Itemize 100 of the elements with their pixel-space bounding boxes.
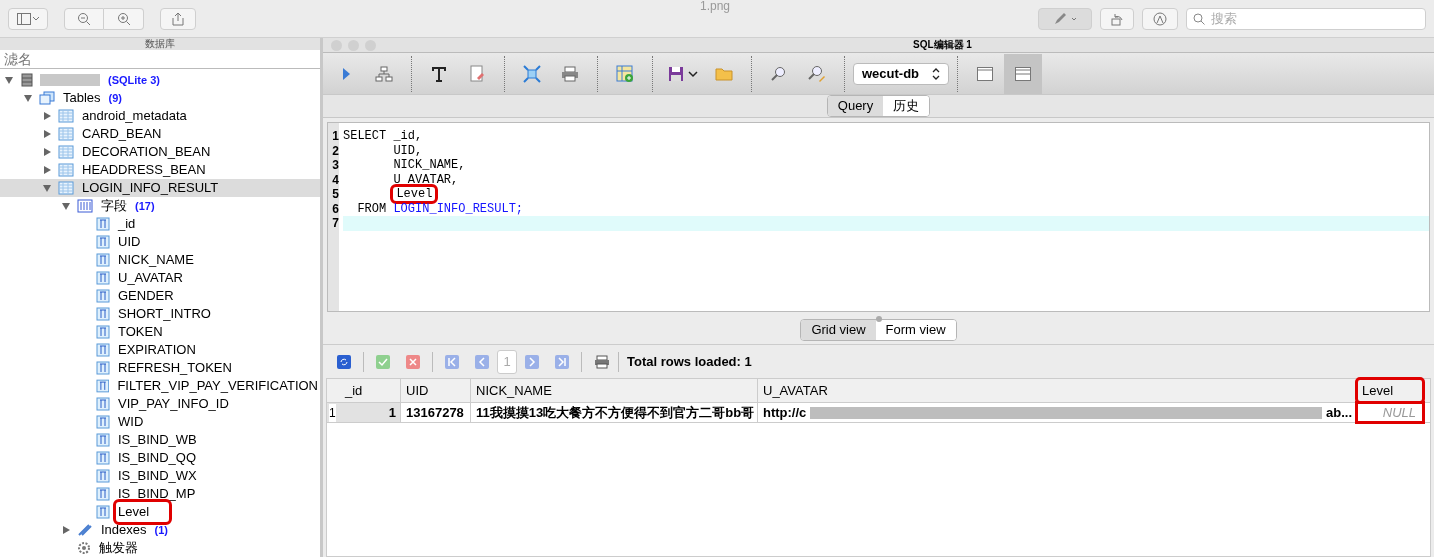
arrows-icon (523, 64, 541, 83)
tree-item[interactable]: (SQLite 3) (0, 71, 320, 89)
code-line: Level (343, 187, 1429, 202)
column-icon (96, 307, 110, 321)
tree-item[interactable]: NICK_NAME (0, 251, 320, 269)
magnifier-icon (771, 65, 787, 82)
table-icon (58, 109, 74, 123)
search-icon (1193, 12, 1205, 25)
column-icon (96, 361, 110, 375)
table-cell: 11我摸摸13吃大餐方不方便得不到官方二哥bb哥 (471, 403, 758, 422)
pen-icon (1052, 11, 1078, 26)
tree-item[interactable]: IS_BIND_MP (0, 485, 320, 503)
folder-icon (715, 66, 733, 81)
filter-field[interactable]: 滤名 (0, 50, 320, 69)
sidebar-toggle-button[interactable] (8, 7, 48, 30)
tree-item[interactable]: 字段 (17) (0, 197, 320, 215)
rotate-icon (1110, 11, 1124, 26)
updown-chevron-icon (932, 67, 940, 80)
row-number: 1 (329, 403, 336, 422)
tables-icon (39, 91, 55, 105)
tree-item[interactable]: FILTER_VIP_PAY_VERIFICATION (0, 377, 320, 395)
pen-circle-icon (1153, 11, 1167, 26)
tree-item[interactable]: LOGIN_INFO_RESULT (0, 179, 320, 197)
tree-item[interactable]: HEADDRESS_BEAN (0, 161, 320, 179)
tree-item[interactable]: SHORT_INTRO (0, 305, 320, 323)
tree-item[interactable]: Tables (9) (0, 89, 320, 107)
previous-page-icon[interactable] (475, 354, 489, 369)
panel-title: 数据库 (145, 38, 175, 50)
database-select[interactable]: wecut-db (853, 62, 949, 85)
column-header[interactable]: Level (1357, 379, 1423, 402)
share-button[interactable] (160, 7, 196, 30)
code-line: UID, (392, 143, 424, 158)
annotate-button[interactable] (1142, 7, 1178, 30)
tree-item[interactable]: CARD_BEAN (0, 125, 320, 143)
tree-item[interactable]: android_metadata (0, 107, 320, 125)
markup-button[interactable] (1038, 7, 1092, 30)
column-icon (96, 343, 110, 357)
database-icon (20, 73, 34, 87)
column-header[interactable]: NICK_NAME (471, 379, 758, 402)
first-page-icon[interactable] (445, 354, 459, 369)
tree-item[interactable]: Indexes (1) (0, 521, 320, 539)
gear-icon (77, 541, 91, 555)
tree-item[interactable]: REFRESH_TOKEN (0, 359, 320, 377)
check-icon[interactable] (376, 354, 390, 369)
column-header[interactable]: _id (327, 379, 401, 402)
code-line: U_AVATAR, (392, 172, 460, 187)
column-icon (96, 469, 110, 483)
close-icon[interactable] (406, 354, 420, 369)
editor-title: SQL编辑器 1 (913, 39, 972, 51)
printer-icon[interactable] (594, 354, 610, 369)
tree-item[interactable]: GENDER (0, 287, 320, 305)
tree-item[interactable]: IS_BIND_WB (0, 431, 320, 449)
column-icon (96, 253, 110, 267)
rotate-button[interactable] (1100, 7, 1134, 30)
column-header[interactable]: UID (401, 379, 471, 402)
tree-item[interactable]: IS_BIND_WX (0, 467, 320, 485)
tree-item[interactable]: WID (0, 413, 320, 431)
zoom-out-button[interactable] (64, 7, 104, 30)
sql-editor[interactable]: 1 2 3 4 5 6 7 SELECT _id, UID, NICK_NAME, U_AVATAR, Level FROM LOGIN_INFO_RESULT; (327, 122, 1430, 312)
columns-icon (77, 199, 93, 213)
expand-triangle-icon[interactable] (61, 525, 71, 535)
eraser-icon (469, 64, 485, 83)
layout-toggle-button[interactable] (1004, 53, 1042, 94)
tree-item[interactable]: DECORATION_BEAN (0, 143, 320, 161)
column-icon (96, 451, 110, 465)
zoom-in-button[interactable] (104, 7, 144, 30)
view-tab[interactable]: Query (827, 96, 884, 116)
column-icon (96, 289, 110, 303)
column-icon (96, 415, 110, 429)
tree-item[interactable]: _id (0, 215, 320, 233)
tree-item[interactable]: IS_BIND_QQ (0, 449, 320, 467)
next-page-icon[interactable] (525, 354, 539, 369)
refresh-icon[interactable] (337, 354, 351, 369)
key-icon (77, 523, 93, 537)
column-icon (96, 325, 110, 339)
view-tab[interactable]: Grid view (801, 320, 876, 340)
tree-item[interactable]: U_AVATAR (0, 269, 320, 287)
line-number: 7 (331, 216, 339, 231)
tree-item[interactable]: UID (0, 233, 320, 251)
tree-item[interactable]: EXPIRATION (0, 341, 320, 359)
table-cell-text: 1 (388, 403, 397, 422)
code-line: FROM LOGIN_INFO_RESULT; (356, 201, 525, 216)
text-format-icon (431, 65, 447, 82)
column-icon (95, 379, 110, 393)
last-page-icon[interactable] (555, 354, 569, 369)
tree-item[interactable]: TOKEN (0, 323, 320, 341)
column-icon (96, 271, 110, 285)
line-number: 6 (331, 201, 339, 216)
search-field[interactable]: 搜索 (1186, 7, 1426, 30)
table-icon (58, 145, 74, 159)
column-icon (96, 217, 110, 231)
single-pane-icon (977, 66, 993, 81)
chevron-down-icon (688, 69, 698, 78)
null-cell: NULL (1382, 403, 1416, 422)
column-header[interactable]: U_AVATAR (758, 379, 1357, 402)
share-icon (172, 11, 184, 26)
line-number: 3 (331, 158, 339, 173)
tree-item[interactable]: 触发器 (0, 539, 320, 557)
tree-item[interactable]: VIP_PAY_INFO_ID (0, 395, 320, 413)
table-icon (58, 181, 74, 195)
